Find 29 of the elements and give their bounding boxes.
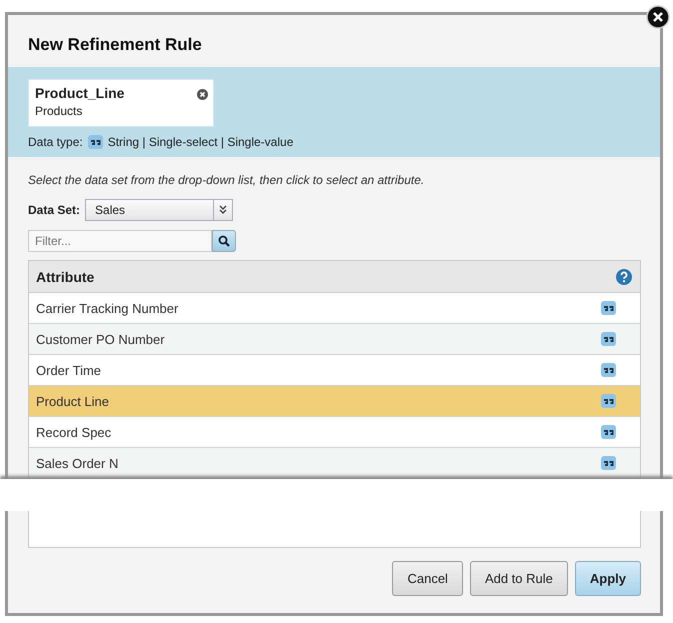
attribute-row[interactable]: Order Time (29, 355, 640, 386)
quote-icon (601, 425, 616, 439)
attribute-row[interactable]: Carrier Tracking Number (29, 293, 640, 324)
attribute-name: Product_Line (35, 85, 124, 101)
apply-button[interactable]: Apply (574, 561, 641, 596)
dialog-title: New Refinement Rule (28, 35, 202, 54)
attribute-row[interactable]: Record Spec (29, 417, 640, 448)
dialog-button[interactable]: Add to Rule (470, 561, 568, 596)
data-set-dropdown[interactable]: Sales (85, 199, 234, 221)
instructions-text: Select the data set from the drop-down list, then click to select an attribute. (28, 173, 426, 187)
data-type-label: Data type: (28, 135, 83, 149)
remove-icon[interactable] (197, 89, 208, 100)
quote-icon (601, 301, 616, 315)
search-button[interactable] (212, 230, 236, 252)
data-set-label: Data Set: (28, 203, 80, 217)
attribute-row[interactable]: Product Line (29, 386, 640, 417)
search-icon (218, 235, 230, 247)
help-icon[interactable] (616, 268, 632, 284)
quote-icon (601, 363, 616, 377)
quote-icon (601, 394, 616, 408)
dialog-button[interactable]: Cancel (392, 561, 463, 596)
column-header: Attribute (36, 268, 94, 284)
quote-icon (601, 332, 616, 346)
data-type-value: String | Single-select | Single-value (108, 135, 294, 149)
quote-icon (88, 135, 103, 149)
quote-icon (601, 456, 616, 470)
close-icon[interactable] (646, 5, 670, 29)
attribute-subtitle: Products (35, 104, 84, 118)
filter-field[interactable]: Filter... (28, 230, 212, 252)
